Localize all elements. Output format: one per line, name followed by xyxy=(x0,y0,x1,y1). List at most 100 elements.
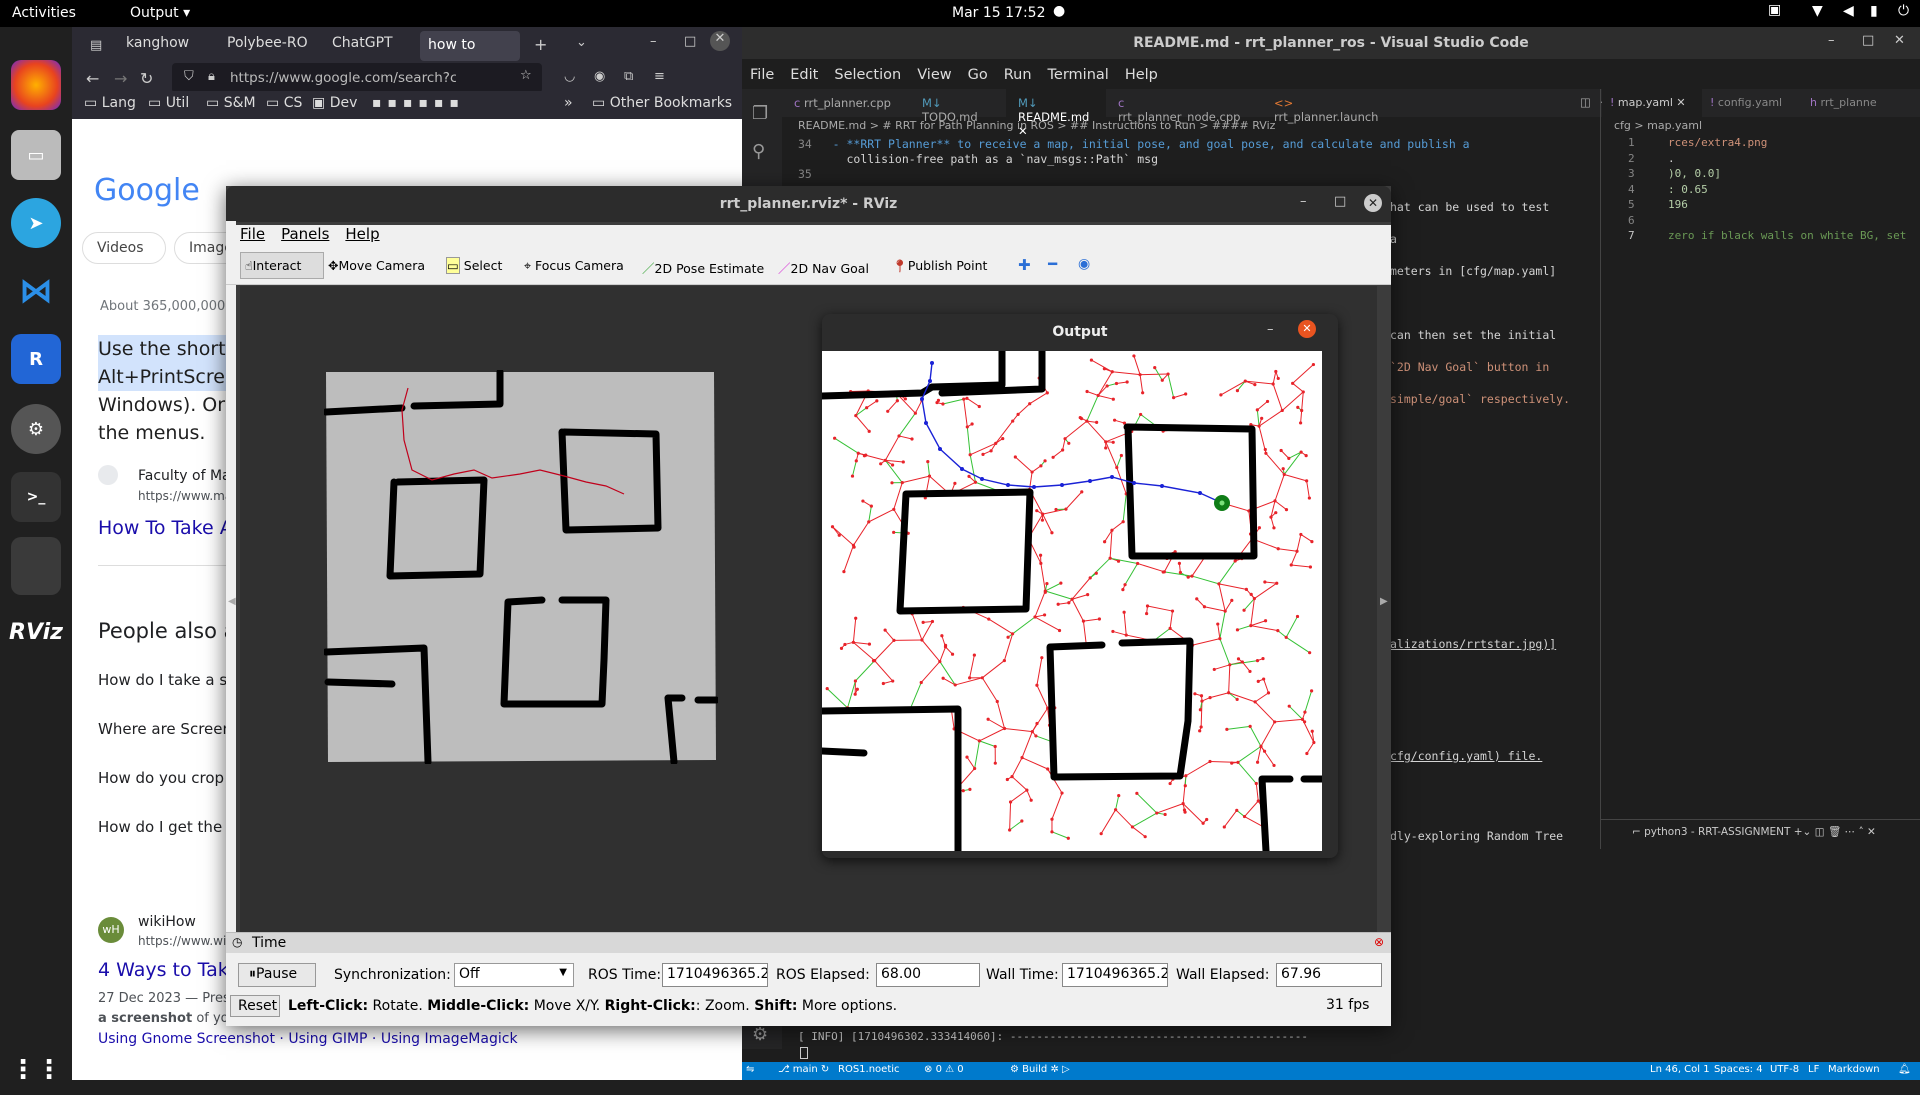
problems-indicator[interactable]: ⊗ 0 ⚠ 0 xyxy=(924,1064,964,1075)
bookmark-other[interactable]: ▭ Other Bookmarks xyxy=(592,95,732,111)
tool-2d-nav-goal[interactable]: ／2D Nav Goal xyxy=(778,258,869,277)
extensions-icon[interactable]: ⧉ xyxy=(624,69,633,84)
files-icon[interactable]: ▭ xyxy=(11,130,61,180)
tab-how-to[interactable]: how to xyxy=(420,31,520,61)
paa-question[interactable]: How do I take a sc xyxy=(98,671,235,689)
menu-terminal[interactable]: Terminal xyxy=(1048,67,1109,83)
rviz-icon[interactable]: RViz xyxy=(11,607,61,657)
split-editor-icon[interactable]: ◫ xyxy=(1580,95,1591,109)
forward-icon[interactable]: → xyxy=(114,69,127,88)
menu-panels[interactable]: Panels xyxy=(281,225,329,243)
render-view[interactable]: ◀ ▶ Output – ✕ xyxy=(240,286,1377,932)
paa-question[interactable]: How do you crop xyxy=(98,769,224,787)
tab-chatgpt[interactable]: ChatGPT xyxy=(332,35,432,63)
tab-launch[interactable]: <> rrt_planner.launch xyxy=(1262,89,1412,117)
bookmark-sm[interactable]: ▭ S&M xyxy=(206,95,256,111)
result-link[interactable]: How To Take A xyxy=(98,517,233,539)
collapse-left-icon[interactable]: ◀ xyxy=(228,596,236,607)
add-tool-icon[interactable]: ✚ xyxy=(1018,256,1031,274)
pocket-icon[interactable]: ◡ xyxy=(564,69,575,84)
output-window-icon[interactable] xyxy=(11,537,61,595)
bookmark-star-icon[interactable]: ☆ xyxy=(520,68,532,83)
maximize-icon[interactable]: □ xyxy=(1862,33,1874,48)
tab-kanghow[interactable]: kanghow xyxy=(126,35,226,63)
tool-properties-icon[interactable]: ◉ xyxy=(1078,256,1090,272)
menu-run[interactable]: Run xyxy=(1004,67,1032,83)
bookmark-dev[interactable]: ▣ Dev xyxy=(312,95,357,111)
menu-file[interactable]: File xyxy=(750,67,774,83)
maximize-icon[interactable]: □ xyxy=(684,34,696,49)
tab-list-icon[interactable]: ▤ xyxy=(90,38,102,53)
bookmark-cs[interactable]: ▭ CS xyxy=(266,95,302,111)
minimize-icon[interactable]: – xyxy=(1300,194,1307,209)
source-url[interactable]: https://www.wiki xyxy=(138,934,237,948)
chevron-down-icon[interactable]: ⌄ xyxy=(576,35,587,50)
terminal-tab[interactable]: ⌐ python3 - RRT-ASSIGNMENT +⌄ ◫ 🗑︎ ⋯ ˄ ✕ xyxy=(1632,825,1876,838)
ros-indicator[interactable]: ROS1.noetic xyxy=(838,1064,900,1075)
tool-2d-pose-estimate[interactable]: ／2D Pose Estimate xyxy=(642,258,764,277)
tab-polybee[interactable]: Polybee-RO xyxy=(227,35,327,63)
menu-selection[interactable]: Selection xyxy=(834,67,901,83)
wall-elapsed-field[interactable]: 67.96 xyxy=(1276,963,1382,987)
notifications-icon[interactable]: 🔔︎ xyxy=(1898,1064,1911,1075)
close-panel-icon[interactable]: ⊗ xyxy=(1374,935,1384,949)
settings-icon[interactable]: ⚙ xyxy=(11,404,61,454)
menu-go[interactable]: Go xyxy=(968,67,988,83)
paa-question[interactable]: Where are Screen xyxy=(98,720,232,738)
sitelinks[interactable]: Using Gnome Screenshot · Using GIMP · Us… xyxy=(98,1031,518,1047)
minimize-icon[interactable]: – xyxy=(1267,322,1274,337)
account-icon[interactable]: ◉ xyxy=(594,69,605,84)
maximize-icon[interactable]: □ xyxy=(1334,194,1346,209)
tab-rrt-planner-cpp[interactable]: c rrt_planner.cpp xyxy=(782,89,910,117)
clock[interactable]: Mar 15 17:52 xyxy=(952,5,1045,21)
tool-focus-camera[interactable]: ⌖ Focus Camera xyxy=(524,258,624,274)
close-icon[interactable]: ✕ xyxy=(710,31,730,51)
google-logo[interactable]: Google xyxy=(94,173,200,208)
menu-help[interactable]: Help xyxy=(345,225,379,243)
menu-file[interactable]: File xyxy=(236,225,265,243)
sync-select[interactable]: Off▼ xyxy=(454,963,574,987)
reload-icon[interactable]: ↻ xyxy=(140,69,153,88)
split-breadcrumb[interactable]: cfg > map.yaml xyxy=(1614,119,1702,132)
url-bar[interactable]: ⛉ 🔒︎ https://www.google.com/search?chan … xyxy=(172,63,542,93)
cursor-position[interactable]: Ln 46, Col 1 xyxy=(1650,1064,1710,1075)
result-link[interactable]: 4 Ways to Tak xyxy=(98,959,229,981)
bookmark-lang[interactable]: ▭ Lang xyxy=(84,95,136,111)
tab-config-yaml[interactable]: ! config.yaml xyxy=(1702,89,1802,117)
new-tab-icon[interactable]: + xyxy=(534,35,547,54)
tab-todo-md[interactable]: M↓ TODO.md xyxy=(910,89,1006,117)
app-menu[interactable]: Output ▾ xyxy=(130,5,190,21)
bookmark-util[interactable]: ▭ Util xyxy=(148,95,189,111)
explorer-icon[interactable]: ❐ xyxy=(752,103,768,124)
close-icon[interactable]: ✕ xyxy=(1364,194,1382,212)
tab-rrt-planner-split[interactable]: h rrt_planne xyxy=(1802,89,1920,117)
collapse-right-icon[interactable]: ▶ xyxy=(1380,596,1388,607)
source-name[interactable]: Faculty of Ma xyxy=(138,468,231,484)
battery-icon[interactable]: ▮ xyxy=(1870,3,1878,19)
tab-map-yaml[interactable]: ! map.yaml ✕ xyxy=(1602,89,1702,117)
pause-button[interactable]: ⏸Pause xyxy=(238,963,316,987)
tab-rrt-planner-node[interactable]: c rrt_planner_node.cpp xyxy=(1106,89,1262,117)
activities-button[interactable]: Activities xyxy=(12,5,76,21)
shield-icon[interactable]: ⛉ xyxy=(184,69,194,84)
close-icon[interactable]: ✕ xyxy=(1298,320,1316,338)
indicator-icon[interactable]: ▣ xyxy=(1768,2,1781,18)
ros-time-field[interactable]: 1710496365.20 xyxy=(662,963,768,987)
telegram-icon[interactable]: ➤ xyxy=(11,198,61,248)
close-icon[interactable]: ✕ xyxy=(1894,33,1905,48)
encoding[interactable]: UTF-8 xyxy=(1770,1064,1799,1075)
power-icon[interactable]: ⏻ xyxy=(1898,3,1909,19)
filter-videos[interactable]: Videos xyxy=(82,232,166,264)
menu-icon[interactable]: ≡ xyxy=(654,69,665,84)
back-icon[interactable]: ← xyxy=(86,69,99,88)
volume-icon[interactable]: ◀ xyxy=(1843,3,1854,19)
tool-move-camera[interactable]: ✥Move Camera xyxy=(328,258,425,273)
search-icon[interactable]: ⚲ xyxy=(752,141,765,162)
terminal-icon[interactable]: >_ xyxy=(11,472,61,522)
menu-help[interactable]: Help xyxy=(1125,67,1158,83)
wall-time-field[interactable]: 1710496365.23 xyxy=(1062,963,1168,987)
source-name[interactable]: wikiHow xyxy=(138,914,196,930)
eol[interactable]: LF xyxy=(1808,1064,1819,1075)
gear-icon[interactable]: ⚙ xyxy=(752,1024,768,1045)
bookmark-favicons[interactable]: ▪▪▪▪▪▪ xyxy=(372,95,465,111)
